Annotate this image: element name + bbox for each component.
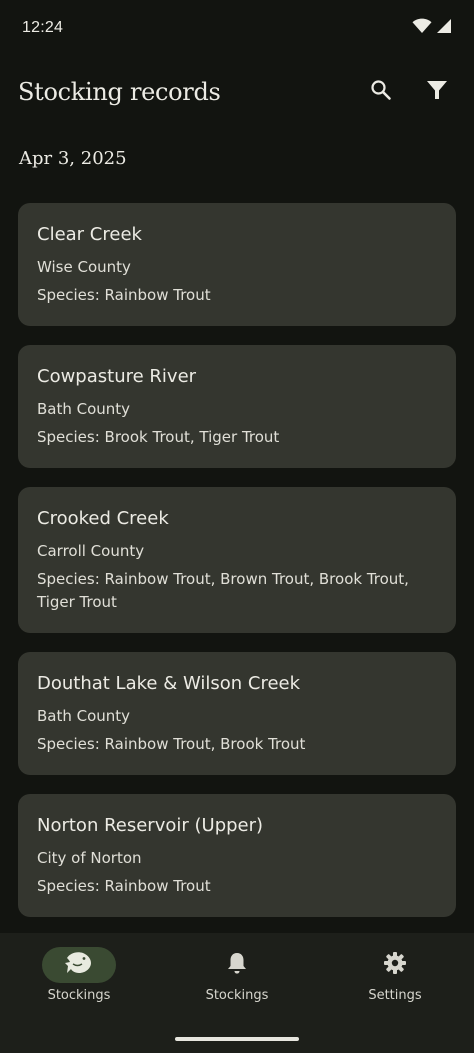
record-county: Bath County: [37, 400, 131, 418]
record-name: Norton Reservoir (Upper): [37, 815, 264, 836]
stocking-records-list[interactable]: Clear Creek Wise County Species: Rainbow…: [18, 203, 456, 933]
filter-button[interactable]: [422, 77, 452, 107]
nav-active-indicator: [42, 947, 116, 983]
bell-icon: [226, 951, 248, 979]
fish-icon: [64, 950, 94, 980]
record-species: Species: Brook Trout, Tiger Trout: [37, 428, 280, 446]
record-species: Species: Rainbow Trout, Brook Trout: [37, 735, 306, 753]
signal-icon: [436, 18, 452, 38]
record-card[interactable]: Clear Creek Wise County Species: Rainbow…: [18, 203, 456, 326]
nav-item-notifications[interactable]: Stockings: [158, 947, 316, 1003]
filter-icon: [426, 79, 448, 105]
bottom-navigation: Stockings Stockings Settings: [0, 933, 474, 1053]
record-county: Bath County: [37, 707, 131, 725]
record-card[interactable]: Norton Reservoir (Upper) City of Norton …: [18, 794, 456, 917]
search-icon: [369, 78, 393, 106]
page-title: Stocking records: [18, 78, 221, 106]
nav-item-settings[interactable]: Settings: [316, 947, 474, 1003]
nav-item-stockings[interactable]: Stockings: [0, 947, 158, 1003]
nav-label: Settings: [368, 988, 422, 1003]
status-time: 12:24: [22, 19, 64, 36]
nav-label: Stockings: [47, 988, 111, 1003]
record-card[interactable]: Crooked Creek Carroll County Species: Ra…: [18, 487, 456, 633]
record-species: Species: Rainbow Trout: [37, 877, 211, 895]
record-county: City of Norton: [37, 849, 142, 867]
home-indicator[interactable]: [175, 1037, 299, 1041]
nav-label: Stockings: [205, 988, 269, 1003]
date-heading: Apr 3, 2025: [19, 148, 127, 169]
record-county: Carroll County: [37, 542, 145, 560]
status-icons: [412, 18, 452, 38]
status-bar: 12:24: [0, 0, 474, 56]
record-county: Wise County: [37, 258, 131, 276]
record-card[interactable]: Douthat Lake & Wilson Creek Bath County …: [18, 652, 456, 775]
search-button[interactable]: [366, 77, 396, 107]
record-name: Cowpasture River: [37, 366, 197, 387]
record-species: Species: Rainbow Trout: [37, 286, 211, 304]
top-app-bar: Stocking records: [0, 62, 474, 122]
record-card[interactable]: Cowpasture River Bath County Species: Br…: [18, 345, 456, 468]
record-species: Species: Rainbow Trout, Brown Trout, Bro…: [37, 570, 409, 611]
gear-icon: [383, 951, 407, 979]
record-name: Clear Creek: [37, 224, 142, 245]
record-name: Douthat Lake & Wilson Creek: [37, 673, 301, 694]
wifi-icon: [412, 18, 432, 38]
app-bar-actions: [366, 77, 452, 107]
record-name: Crooked Creek: [37, 508, 169, 529]
